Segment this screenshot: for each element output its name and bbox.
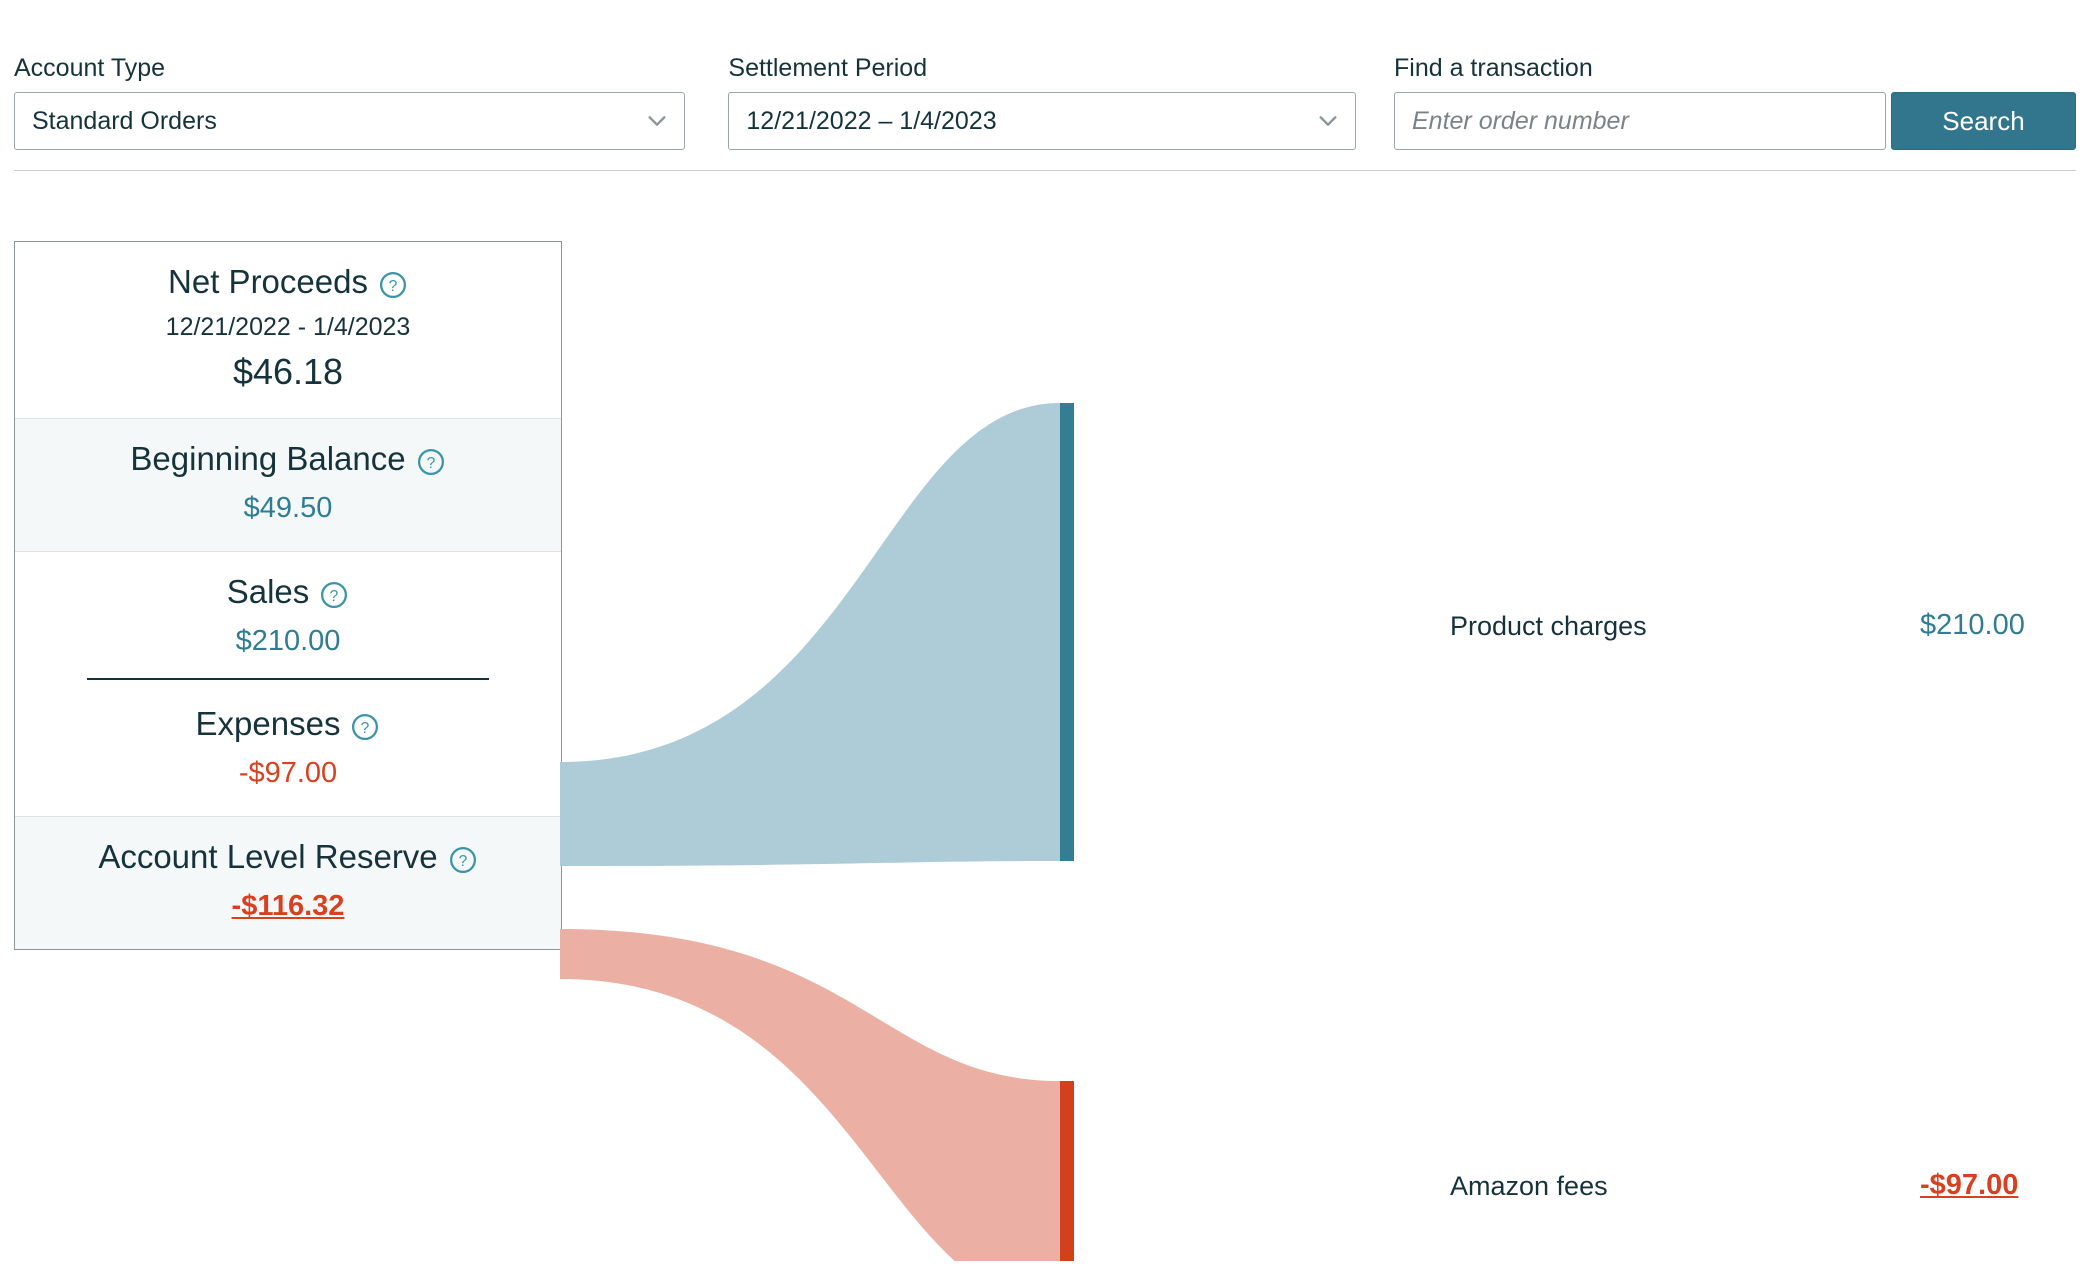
main-content: Net Proceeds ? 12/21/2022 - 1/4/2023 $46… (0, 171, 2090, 1261)
help-circle-icon[interactable]: ? (448, 842, 478, 873)
search-input[interactable] (1394, 92, 1886, 150)
net-proceeds-summary-card: Net Proceeds ? 12/21/2022 - 1/4/2023 $46… (14, 241, 562, 950)
account-type-select[interactable]: Standard Orders (14, 92, 686, 150)
search-row: Search (1394, 92, 2076, 150)
help-circle-icon[interactable]: ? (416, 444, 446, 475)
sales-amount: $210.00 (235, 625, 341, 657)
sankey-link-expenses-to-amazon-fees[interactable] (560, 929, 1060, 1261)
beginning-balance-amount: $49.50 (243, 492, 333, 524)
product-charges-value: $210.00 (1920, 609, 2025, 641)
filter-bar: Account Type Standard Orders Settlement … (0, 0, 2090, 150)
settlement-period-label: Settlement Period (728, 54, 928, 82)
account-type-value: Standard Orders (32, 106, 217, 135)
expenses-label: Expenses (195, 705, 341, 742)
account-level-reserve-row: Account Level Reserve ? -$116.32 (15, 816, 561, 949)
svg-text:?: ? (426, 455, 435, 472)
net-proceeds-period: 12/21/2022 - 1/4/2023 (165, 313, 411, 341)
chevron-down-icon (646, 110, 668, 132)
svg-text:?: ? (330, 588, 339, 605)
account-level-reserve-label: Account Level Reserve (98, 838, 438, 875)
expenses-title-wrap: Expenses ? (29, 702, 547, 746)
amazon-fees-name: Amazon fees (1450, 1171, 1608, 1201)
beginning-balance-title-wrap: Beginning Balance ? (29, 437, 547, 481)
sankey-label-amazon-fees: Amazon fees -$97.00 (1450, 1169, 2018, 1202)
net-proceeds-row: Net Proceeds ? 12/21/2022 - 1/4/2023 $46… (15, 242, 561, 418)
account-level-reserve-title-wrap: Account Level Reserve ? (29, 835, 547, 879)
help-circle-icon[interactable]: ? (319, 577, 349, 608)
sales-expenses-row: Sales ? $210.00 Expenses ? -$97.00 (15, 551, 561, 816)
net-proceeds-sankey-chart (560, 403, 1074, 1261)
expenses-amount: -$97.00 (238, 757, 338, 789)
search-button[interactable]: Search (1891, 92, 2076, 150)
find-transaction-group: Find a transaction Search (1394, 52, 2076, 150)
account-type-label: Account Type (14, 54, 166, 82)
chevron-down-icon (1317, 110, 1339, 132)
settlement-period-select[interactable]: 12/21/2022 – 1/4/2023 (728, 92, 1356, 150)
settlement-period-group: Settlement Period 12/21/2022 – 1/4/2023 (728, 52, 1356, 150)
help-circle-icon[interactable]: ? (378, 267, 408, 298)
net-proceeds-amount: $46.18 (232, 351, 344, 392)
svg-text:?: ? (361, 720, 370, 737)
settlement-period-value: 12/21/2022 – 1/4/2023 (746, 106, 997, 135)
sankey-node-amazon-fees[interactable] (1060, 1081, 1074, 1261)
beginning-balance-row: Beginning Balance ? $49.50 (15, 418, 561, 551)
sales-expenses-separator (87, 678, 489, 680)
sales-label: Sales (226, 573, 310, 610)
net-proceeds-title-wrap: Net Proceeds ? (29, 260, 547, 304)
account-type-group: Account Type Standard Orders (14, 52, 686, 150)
sales-title-wrap: Sales ? (29, 570, 547, 614)
account-level-reserve-amount-link[interactable]: -$116.32 (29, 885, 547, 927)
svg-text:?: ? (389, 278, 398, 295)
find-transaction-label: Find a transaction (1394, 54, 1593, 82)
beginning-balance-label: Beginning Balance (130, 440, 406, 477)
amazon-fees-value-link[interactable]: -$97.00 (1920, 1169, 2018, 1202)
help-circle-icon[interactable]: ? (350, 709, 380, 740)
sankey-link-sales-to-product-charges[interactable] (560, 403, 1060, 866)
svg-text:?: ? (458, 853, 467, 870)
sankey-label-product-charges: Product charges $210.00 (1450, 609, 2025, 642)
product-charges-name: Product charges (1450, 611, 1647, 641)
sankey-node-product-charges[interactable] (1060, 403, 1074, 861)
net-proceeds-label: Net Proceeds (168, 263, 368, 300)
